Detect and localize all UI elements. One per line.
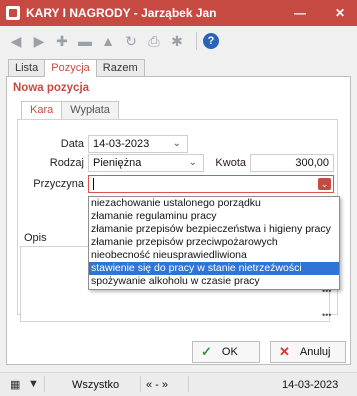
kwota-value: 300,00	[295, 157, 329, 169]
list-item[interactable]: niezachowanie ustalonego porządku	[89, 197, 339, 210]
przyczyna-combobox[interactable]: ⌄	[88, 175, 334, 193]
close-button[interactable]: ✕	[326, 0, 354, 26]
chevron-down-icon[interactable]: ⌄	[173, 138, 181, 149]
rodzaj-value: Pieniężna	[93, 157, 142, 169]
list-item[interactable]: złamanie przepisów bezpieczeństwa i higi…	[89, 223, 339, 236]
rodzaj-label: Rodzaj	[49, 157, 84, 169]
tab-pozycja[interactable]: Pozycja	[44, 59, 97, 77]
opis-label: Opis	[24, 232, 47, 244]
list-item[interactable]: złamanie regulaminu pracy	[89, 210, 339, 223]
przyczyna-dropdown: niezachowanie ustalonego porządku złaman…	[88, 196, 340, 290]
status-separator	[140, 376, 141, 392]
close-icon: ✕	[279, 344, 290, 359]
opis-ellipsis-icon[interactable]: •••	[322, 310, 331, 320]
toolbar-separator	[196, 32, 197, 50]
ok-label: OK	[221, 346, 238, 358]
list-item[interactable]: spożywanie alkoholu w czasie pracy	[89, 275, 339, 288]
filter-text: Wszystko	[72, 379, 120, 391]
minimize-button[interactable]: —	[286, 0, 314, 26]
date-value: 14-03-2023	[93, 138, 150, 150]
warning-icon[interactable]: ▲	[98, 31, 118, 51]
list-item-selected[interactable]: stawienie się do pracy w stanie nietrzeź…	[89, 262, 339, 275]
toolbar: ◀ ▶ ✚ ▬ ▲ ↻ ⎙ ✱ ?	[0, 28, 357, 54]
settings-icon[interactable]: ✱	[167, 31, 187, 51]
status-bar: ▦ ▼ Wszystko « - » 14-03-2023	[0, 372, 357, 396]
ok-button[interactable]: ✓ OK	[192, 341, 260, 363]
sub-tabs: Kara Wypłata	[21, 101, 119, 119]
data-label: Data	[60, 138, 84, 150]
status-date: 14-03-2023	[282, 379, 339, 391]
table-icon[interactable]: ▦	[10, 378, 20, 391]
kwota-label: Kwota	[215, 157, 246, 169]
chevron-down-icon[interactable]: ⌄	[318, 178, 331, 190]
nav-text[interactable]: « - »	[146, 379, 168, 391]
remove-icon[interactable]: ▬	[75, 31, 95, 51]
first-icon[interactable]: ◀	[6, 31, 26, 51]
kwota-field[interactable]: 300,00	[250, 154, 334, 172]
tab-razem[interactable]: Razem	[95, 59, 145, 77]
text-caret	[93, 178, 94, 190]
cancel-label: Anuluj	[299, 346, 331, 358]
cancel-button[interactable]: ✕ Anuluj	[270, 341, 346, 363]
refresh-icon[interactable]: ↻	[121, 31, 141, 51]
chevron-down-icon[interactable]: ⌄	[189, 157, 197, 168]
next-icon[interactable]: ▶	[29, 31, 49, 51]
app-icon	[6, 6, 20, 20]
title-bar: KARY I NAGRODY - Jarząbek Jan — ✕	[0, 0, 357, 26]
main-tabs: Lista Pozycja Razem	[8, 59, 145, 77]
rodzaj-select[interactable]: Pieniężna ⌄	[88, 154, 204, 172]
date-field[interactable]: 14-03-2023 ⌄	[88, 135, 188, 153]
filter-icon[interactable]: ▼	[28, 378, 39, 390]
przyczyna-label: Przyczyna	[33, 178, 84, 190]
tab-kara[interactable]: Kara	[21, 101, 63, 119]
status-separator	[44, 376, 45, 392]
list-item[interactable]: złamanie przepisów przeciwpożarowych	[89, 236, 339, 249]
add-icon[interactable]: ✚	[52, 31, 72, 51]
status-separator	[188, 376, 189, 392]
tab-lista[interactable]: Lista	[8, 59, 46, 77]
check-icon: ✓	[201, 344, 212, 359]
help-icon[interactable]: ?	[203, 33, 219, 49]
section-title: Nowa pozycja	[13, 82, 90, 94]
print-icon[interactable]: ⎙	[144, 31, 164, 51]
window-title: KARY I NAGRODY - Jarząbek Jan	[26, 6, 217, 20]
tab-wyplata[interactable]: Wypłata	[61, 101, 119, 119]
list-item[interactable]: nieobecność nieusprawiedliwiona	[89, 249, 339, 262]
